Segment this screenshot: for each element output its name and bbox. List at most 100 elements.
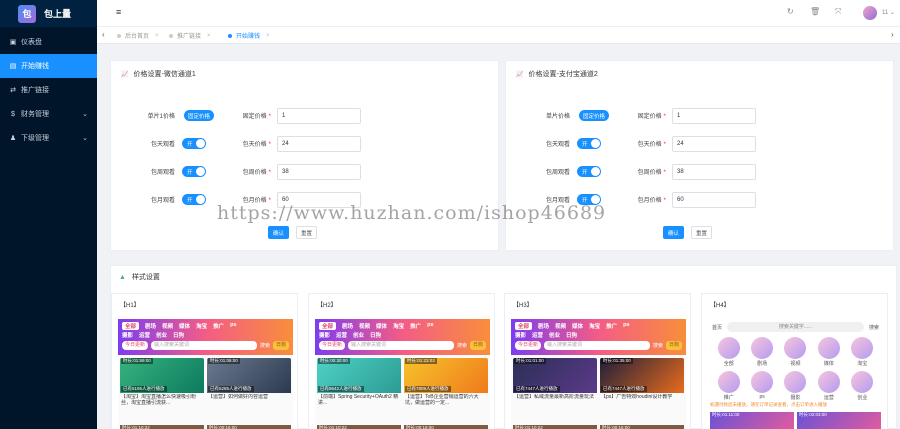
switch-knob bbox=[196, 139, 205, 148]
tabs-right-arrow-icon[interactable]: › bbox=[891, 30, 894, 39]
preview-category-avatar bbox=[751, 371, 774, 393]
preview-category-grid: 全部 剧场 视频 媒体 淘宝 推广 ps 摄影 运营 创业 bbox=[712, 337, 879, 401]
fullscreen-icon[interactable]: ⤧ bbox=[835, 7, 841, 17]
confirm-button[interactable]: 确认 bbox=[268, 226, 289, 239]
preview-category: 日狗 bbox=[566, 333, 578, 339]
preview-category-name: 摄影 bbox=[790, 395, 801, 401]
price-field-label-text: 包月价格 bbox=[637, 198, 662, 204]
confirm-button[interactable]: 确认 bbox=[663, 226, 684, 239]
reset-button[interactable]: 重置 bbox=[691, 226, 712, 239]
template-option-4[interactable]: 【H4】 首页 搜索关键字...... 搜索 全部 剧场 视频 媒体 淘宝 推广 ps 摄影 运营 创业如… bbox=[701, 293, 888, 429]
fixed-price-tag[interactable]: 固定价格 bbox=[184, 110, 215, 121]
refresh-icon[interactable]: ↻ bbox=[787, 7, 794, 16]
app-logo[interactable]: 包 包上量 bbox=[0, 0, 97, 27]
switch-text: 开 bbox=[187, 142, 193, 148]
preview-category: 视频 bbox=[359, 324, 371, 330]
preview-category: 摄影 bbox=[515, 333, 527, 339]
price-input[interactable]: 1 bbox=[277, 108, 361, 124]
preview-category-cell: 摄影 bbox=[779, 371, 812, 401]
template-option-1[interactable]: 【H1】 全部 剧场 视频 媒体 淘宝 推广 ps 摄影 运营 创业 日狗 今日更新 输入搜索关键词 搜索日… bbox=[111, 293, 298, 429]
sidebar-item-2[interactable]: ⇄ 推广链接 bbox=[0, 78, 97, 102]
preview-categories-2: 摄影 运营 创业 日狗 bbox=[515, 331, 577, 339]
preview-duration: 时长:01:11:00 bbox=[710, 412, 794, 429]
preview-category: 视频 bbox=[555, 324, 567, 330]
tab-dot-icon bbox=[169, 33, 173, 38]
tab-1[interactable]: 推广链接 × bbox=[169, 29, 211, 42]
fixed-price-tag[interactable]: 固定价格 bbox=[579, 110, 610, 121]
template-option-2[interactable]: 【H2】 全部 剧场 视频 媒体 淘宝 推广 ps 摄影 运营 创业 日狗 今日更新 输入搜索关键词 搜索日… bbox=[308, 293, 495, 429]
reset-button[interactable]: 重置 bbox=[296, 226, 317, 239]
tab-2[interactable]: 开始赚钱 × bbox=[228, 29, 270, 42]
close-icon[interactable]: × bbox=[266, 33, 270, 39]
row-label: 包周观看 bbox=[545, 170, 570, 176]
sidebar-item-1[interactable]: ▤ 开始赚钱 bbox=[0, 54, 97, 78]
preview-search-bar: 首页 搜索关键字...... 搜索 bbox=[712, 322, 879, 332]
price-field-label: 包周价格 * bbox=[221, 167, 271, 176]
delete-icon[interactable]: 🗑 bbox=[810, 7, 820, 16]
price-input[interactable]: 60 bbox=[672, 192, 756, 208]
preview-category-cell: 剧场 bbox=[745, 337, 778, 367]
preview-video-grid: 时长:00:30:00 已有9642人进行播放 【前端】Spring Securit… bbox=[317, 358, 488, 408]
tab-0[interactable]: 后台首页 × bbox=[117, 29, 159, 42]
preview-search-input: 输入搜索关键词 bbox=[151, 341, 257, 350]
money-icon: ▤ bbox=[9, 63, 17, 70]
preview-duration: 时长:01:35:00 bbox=[601, 358, 633, 364]
price-field-label-text: 包天价格 bbox=[637, 142, 662, 148]
sidebar-item-4[interactable]: ♟ 下级管理 ⌄ bbox=[0, 126, 97, 150]
preview-category: 推广 bbox=[606, 324, 618, 330]
row-label: 包天观看 bbox=[545, 142, 570, 148]
toggle-switch[interactable]: 开 bbox=[182, 194, 206, 205]
preview-caption: 【运营】ToB企业营销运营的六大坑，做运营的一定... bbox=[405, 394, 479, 406]
username-dropdown[interactable]: 11 ⌄ bbox=[882, 9, 895, 16]
close-icon[interactable]: × bbox=[207, 33, 211, 39]
link-icon: ⇄ bbox=[10, 87, 16, 94]
finance-icon: $ bbox=[11, 110, 15, 118]
preview-search-input: 输入搜索关键词 bbox=[544, 341, 650, 350]
preview-category: 运营 bbox=[139, 333, 151, 339]
preview-views: 已有7447人进行播放 bbox=[514, 386, 560, 392]
row-label: 包月观看 bbox=[150, 198, 175, 204]
preview-category-avatar bbox=[751, 337, 774, 359]
price-input[interactable]: 24 bbox=[672, 136, 756, 152]
template-preview: 全部 剧场 视频 媒体 淘宝 推广 ps 摄影 运营 创业 日狗 今日更新 输入搜索关键词 搜索 日狗 时长:… bbox=[315, 319, 490, 429]
preview-search-bar: 今日更新 输入搜索关键词 搜索 日狗 bbox=[515, 341, 682, 350]
preview-category: 摄影 bbox=[122, 333, 134, 339]
row-label: 包周观看 bbox=[150, 170, 175, 176]
sidebar-item-3[interactable]: $ 财务管理 ⌄ bbox=[0, 102, 97, 126]
price-input[interactable]: 24 bbox=[277, 136, 361, 152]
preview-category-name: 剧场 bbox=[757, 361, 768, 367]
tab-label: 开始赚钱 bbox=[236, 34, 261, 40]
preview-search-input: 搜索关键字...... bbox=[727, 322, 864, 332]
preview-category-cell: 创业 bbox=[846, 371, 879, 401]
toggle-switch[interactable]: 开 bbox=[182, 166, 206, 177]
toggle-switch[interactable]: 开 bbox=[577, 138, 601, 149]
preview-category-avatar bbox=[717, 337, 740, 359]
avatar[interactable] bbox=[863, 6, 877, 20]
tabs-left-arrow-icon[interactable]: ‹ bbox=[102, 30, 105, 39]
sidebar-menu: ▣ 仪表盘 ▤ 开始赚钱 ⇄ 推广链接 $ 财务管理 ⌄ ♟ 下级管理 ⌄ bbox=[0, 30, 97, 150]
preview-category-avatar bbox=[851, 371, 874, 393]
template-label: 【H3】 bbox=[513, 303, 533, 309]
preview-category-name: 创业 bbox=[857, 395, 868, 401]
toggle-switch[interactable]: 开 bbox=[577, 166, 601, 177]
toggle-switch[interactable]: 开 bbox=[182, 138, 206, 149]
price-field-label-text: 包天价格 bbox=[242, 142, 267, 148]
price-input[interactable]: 38 bbox=[672, 164, 756, 180]
price-field-label-text: 固定价格 bbox=[637, 114, 662, 120]
switch-text: 开 bbox=[187, 170, 193, 176]
tab-label: 后台首页 bbox=[125, 34, 150, 40]
preview-category: 日狗 bbox=[173, 333, 185, 339]
price-input[interactable]: 1 bbox=[672, 108, 756, 124]
preview-video-card: 时长:01:01:00 已有7447人进行播放 【运营】私域流量最新高阶流量玩法 bbox=[513, 358, 597, 408]
switch-text: 开 bbox=[187, 198, 193, 204]
price-input[interactable]: 38 bbox=[277, 164, 361, 180]
template-option-3[interactable]: 【H3】 全部 剧场 视频 媒体 淘宝 推广 ps 摄影 运营 创业 日狗 今日更新 输入搜索关键词 搜索日… bbox=[504, 293, 691, 429]
menu-toggle-icon[interactable]: ≡ bbox=[116, 7, 121, 17]
preview-today-badge: 今日更新 bbox=[515, 341, 542, 350]
preview-category-cell: 视频 bbox=[779, 337, 812, 367]
preview-categories: 全部 剧场 视频 媒体 淘宝 推广 ps bbox=[319, 322, 434, 330]
preview-bottom-row: 时长:01:11:00 时长:02:03:00 bbox=[710, 412, 881, 429]
sidebar-item-0[interactable]: ▣ 仪表盘 bbox=[0, 30, 97, 54]
close-icon[interactable]: × bbox=[155, 33, 159, 39]
required-mark: * bbox=[268, 142, 271, 148]
